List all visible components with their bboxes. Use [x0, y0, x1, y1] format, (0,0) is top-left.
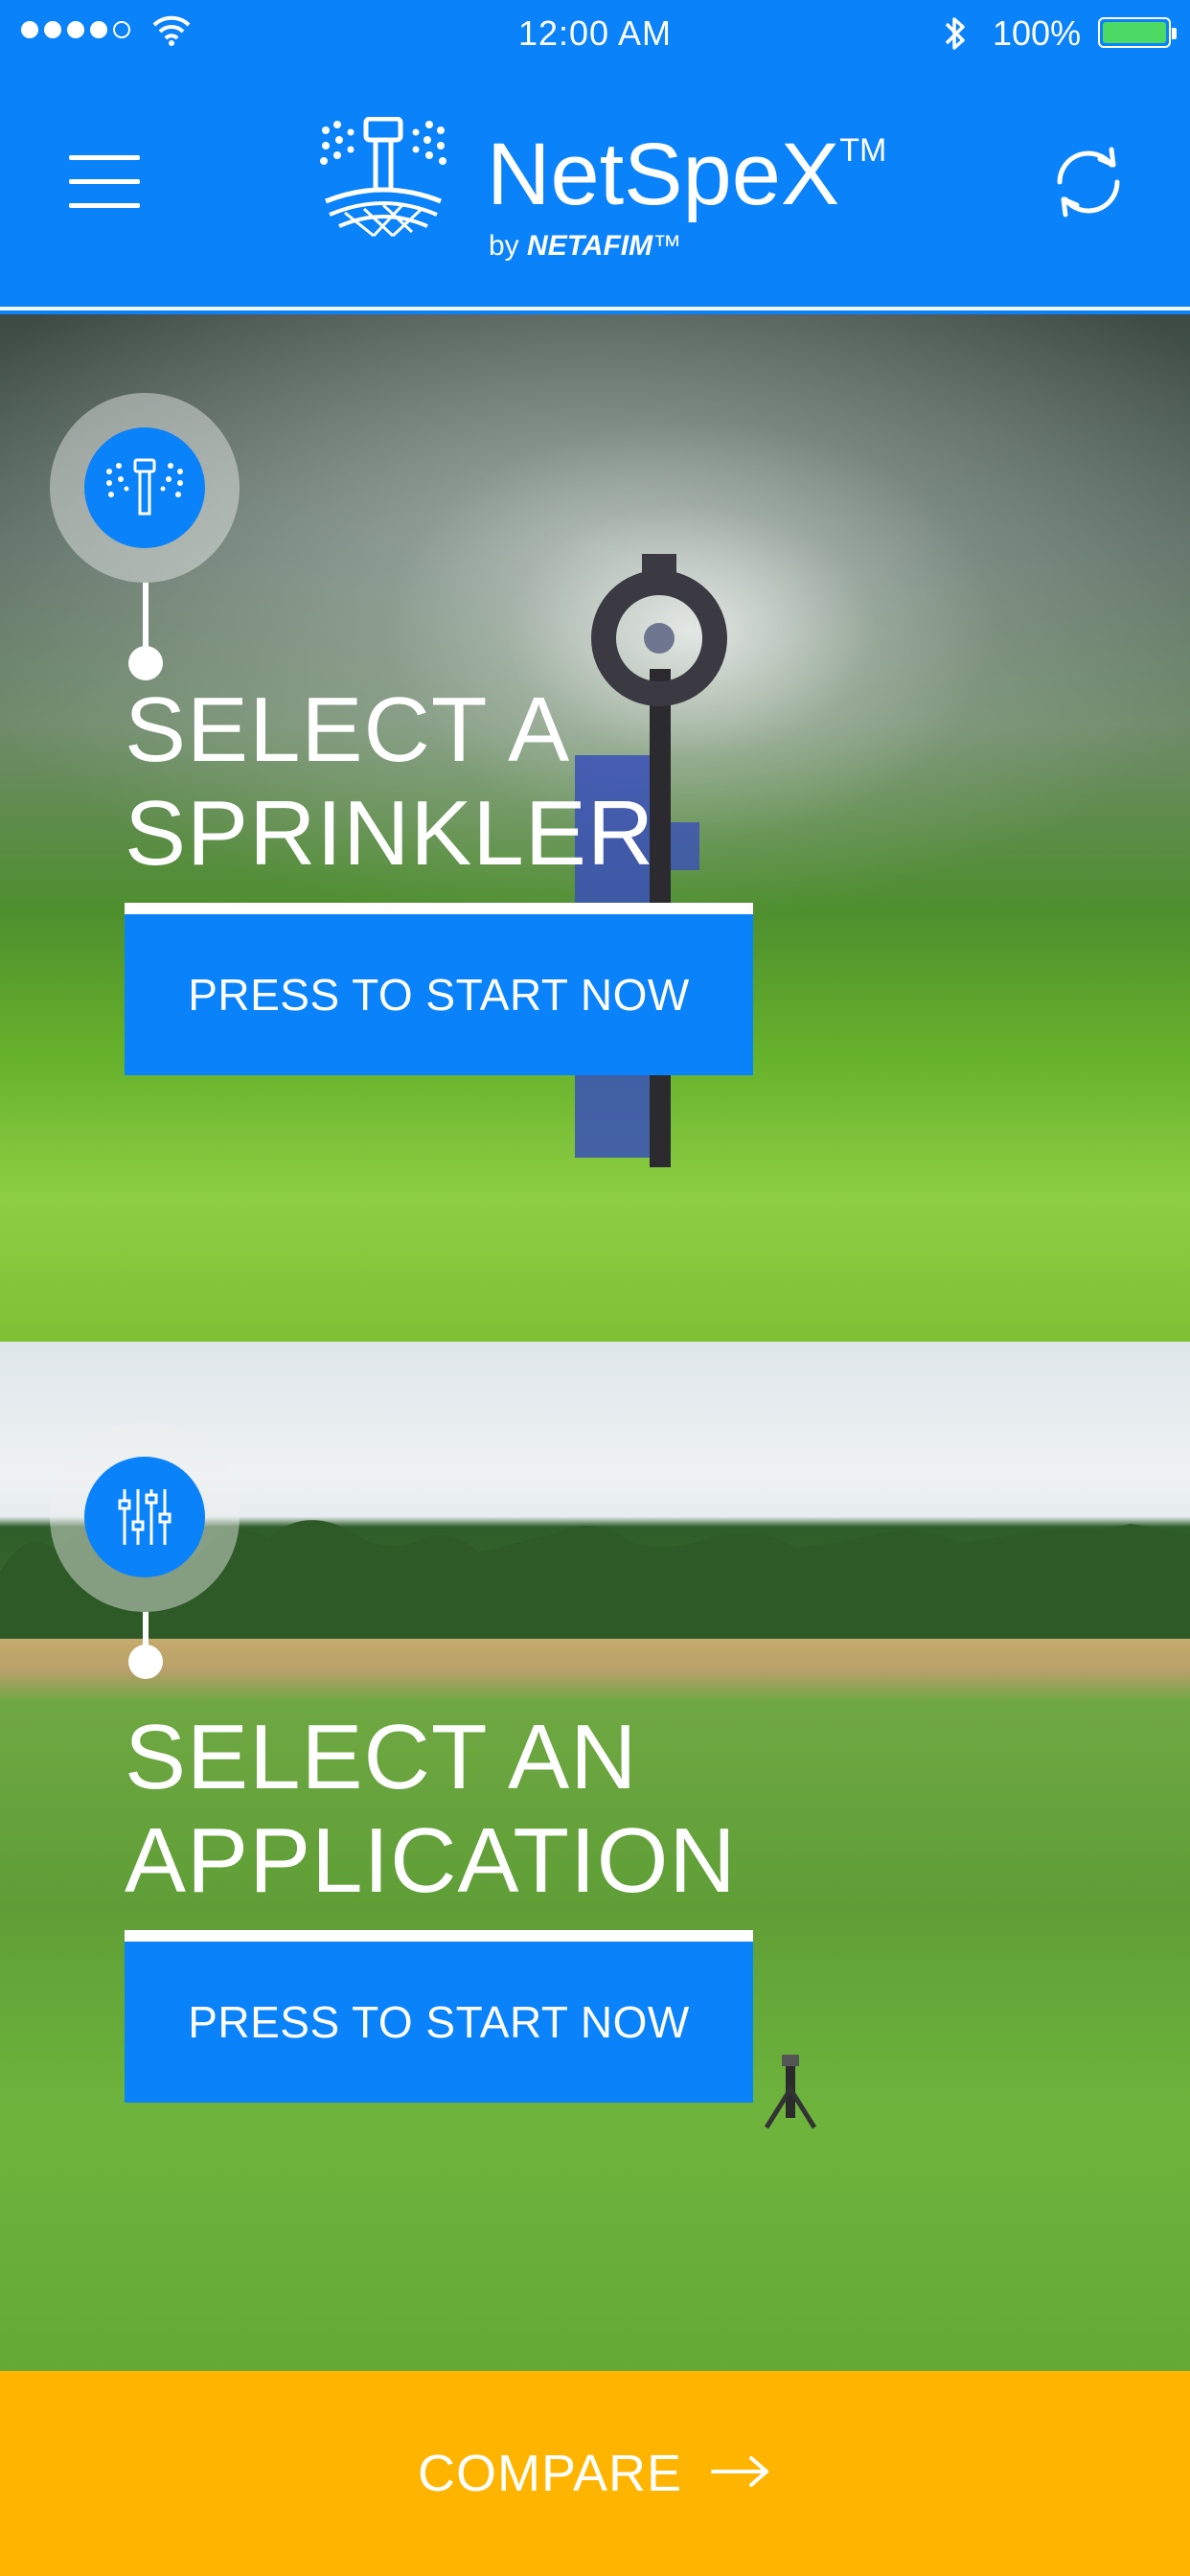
netspex-logo: NetSpeXTM by NETAFIM™ — [316, 117, 891, 262]
step-title: SELECT A SPRINKLER — [125, 678, 654, 886]
compare-label: COMPARE — [417, 2445, 683, 2502]
step-badge — [50, 1422, 240, 1612]
sliders-icon — [84, 1457, 205, 1577]
hamburger-menu-icon[interactable] — [69, 155, 140, 213]
status-bar: 12:00 AM 100% — [0, 0, 1190, 69]
arrow-right-icon — [711, 2444, 772, 2503]
step-title-line2: APPLICATION — [125, 1809, 737, 1912]
battery-percent: 100% — [993, 13, 1082, 53]
compare-button[interactable]: COMPARE — [0, 2371, 1190, 2576]
start-sprinkler-button[interactable]: PRESS TO START NOW — [125, 903, 753, 1075]
refresh-icon[interactable] — [1044, 138, 1133, 226]
step-dot — [128, 646, 163, 680]
start-application-button[interactable]: PRESS TO START NOW — [125, 1930, 753, 2103]
brand-byline: by NETAFIM™ — [489, 230, 682, 262]
bluetooth-icon — [941, 13, 970, 58]
application-panel[interactable]: SELECT AN APPLICATION PRESS TO START NOW — [0, 1342, 1190, 2371]
lawn-sprinkler-illustration — [764, 2055, 817, 2129]
app-header: NetSpeXTM by NETAFIM™ — [0, 69, 1190, 310]
step-title-line2: SPRINKLER — [125, 782, 655, 885]
brand-name: NetSpeXTM — [487, 126, 887, 223]
step-dot — [128, 1644, 163, 1679]
battery-icon — [1098, 17, 1177, 48]
brand-trademark: TM — [839, 132, 887, 169]
battery-fill — [1103, 22, 1166, 43]
step-connector — [143, 583, 149, 656]
step-title-line1: SELECT AN — [125, 1706, 638, 1808]
brand-company: NETAFIM — [527, 230, 653, 262]
sprinkler-icon — [84, 427, 205, 548]
step-title-line1: SELECT A — [125, 678, 571, 781]
step-badge — [50, 393, 240, 583]
step-title: SELECT AN APPLICATION — [125, 1706, 737, 1913]
sprinkler-panel[interactable]: SELECT A SPRINKLER PRESS TO START NOW — [0, 314, 1190, 1342]
netspex-logo-icon — [320, 117, 446, 238]
